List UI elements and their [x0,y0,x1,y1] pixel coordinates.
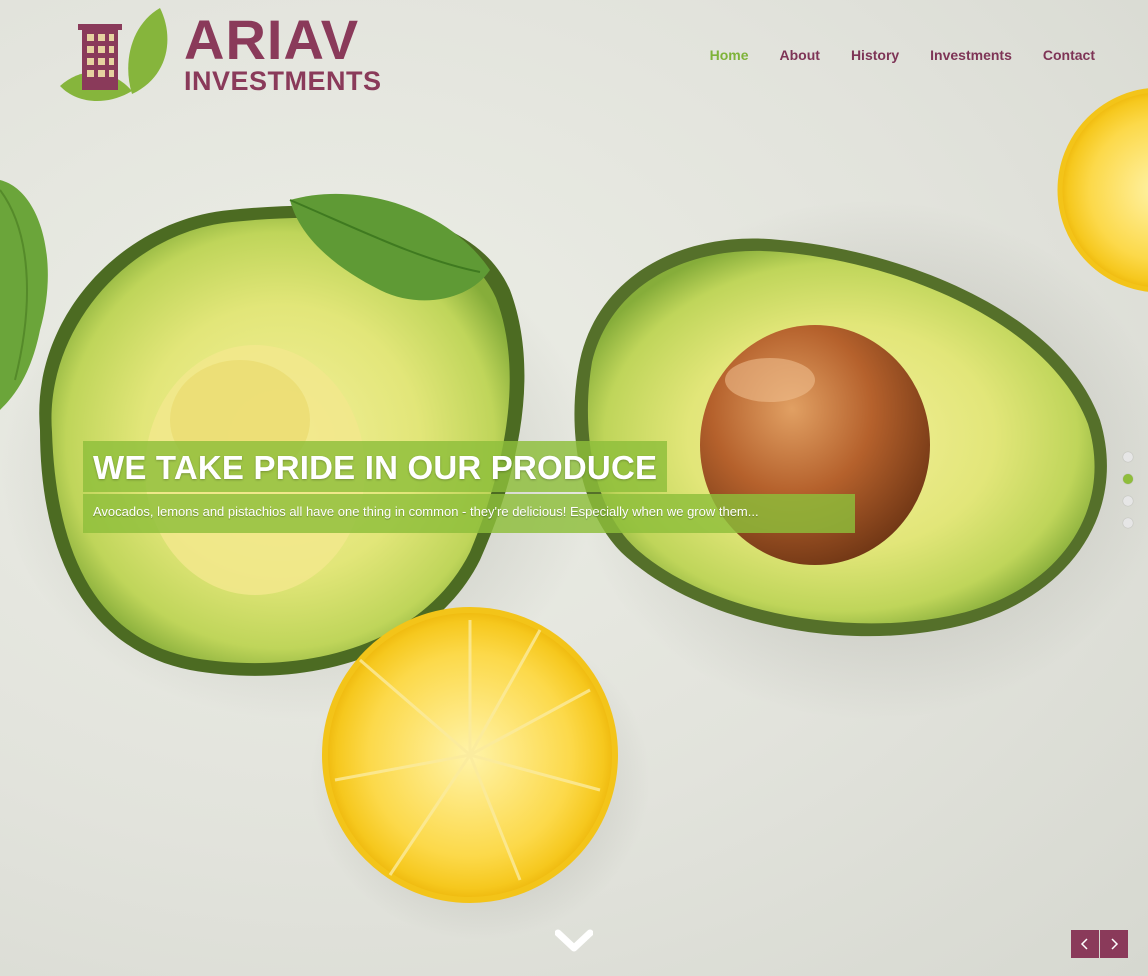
nav-about[interactable]: About [780,47,820,63]
slide-subtitle: Avocados, lemons and pistachios all have… [83,494,855,533]
slider-next-button[interactable] [1100,930,1128,958]
logo-name: ARIAV [184,8,360,71]
nav-contact[interactable]: Contact [1043,47,1095,63]
ariav-logo[interactable]: ARIAV INVESTMENTS [52,6,381,106]
scroll-down-button[interactable] [554,928,594,954]
slide-caption: WE TAKE PRIDE IN OUR PRODUCE Avocados, l… [83,441,855,533]
logo-tagline: INVESTMENTS [184,66,382,96]
main-navigation: Home About History Investments Contact [710,47,1095,63]
slider-dot-4[interactable] [1123,518,1133,528]
nav-home[interactable]: Home [710,47,749,63]
chevron-left-icon [1080,938,1088,950]
slider-dot-2[interactable] [1123,474,1133,484]
nav-history[interactable]: History [851,47,899,63]
chevron-right-icon [1111,938,1119,950]
slide-title: WE TAKE PRIDE IN OUR PRODUCE [83,441,668,492]
slider-arrows [1071,930,1128,958]
slider-dot-3[interactable] [1123,496,1133,506]
slider-dot-1[interactable] [1123,452,1133,462]
slider-pagination [1123,452,1133,528]
nav-investments[interactable]: Investments [930,47,1012,63]
chevron-down-icon [554,929,594,952]
slider-prev-button[interactable] [1071,930,1099,958]
logo-leaf-building-icon [60,8,168,102]
